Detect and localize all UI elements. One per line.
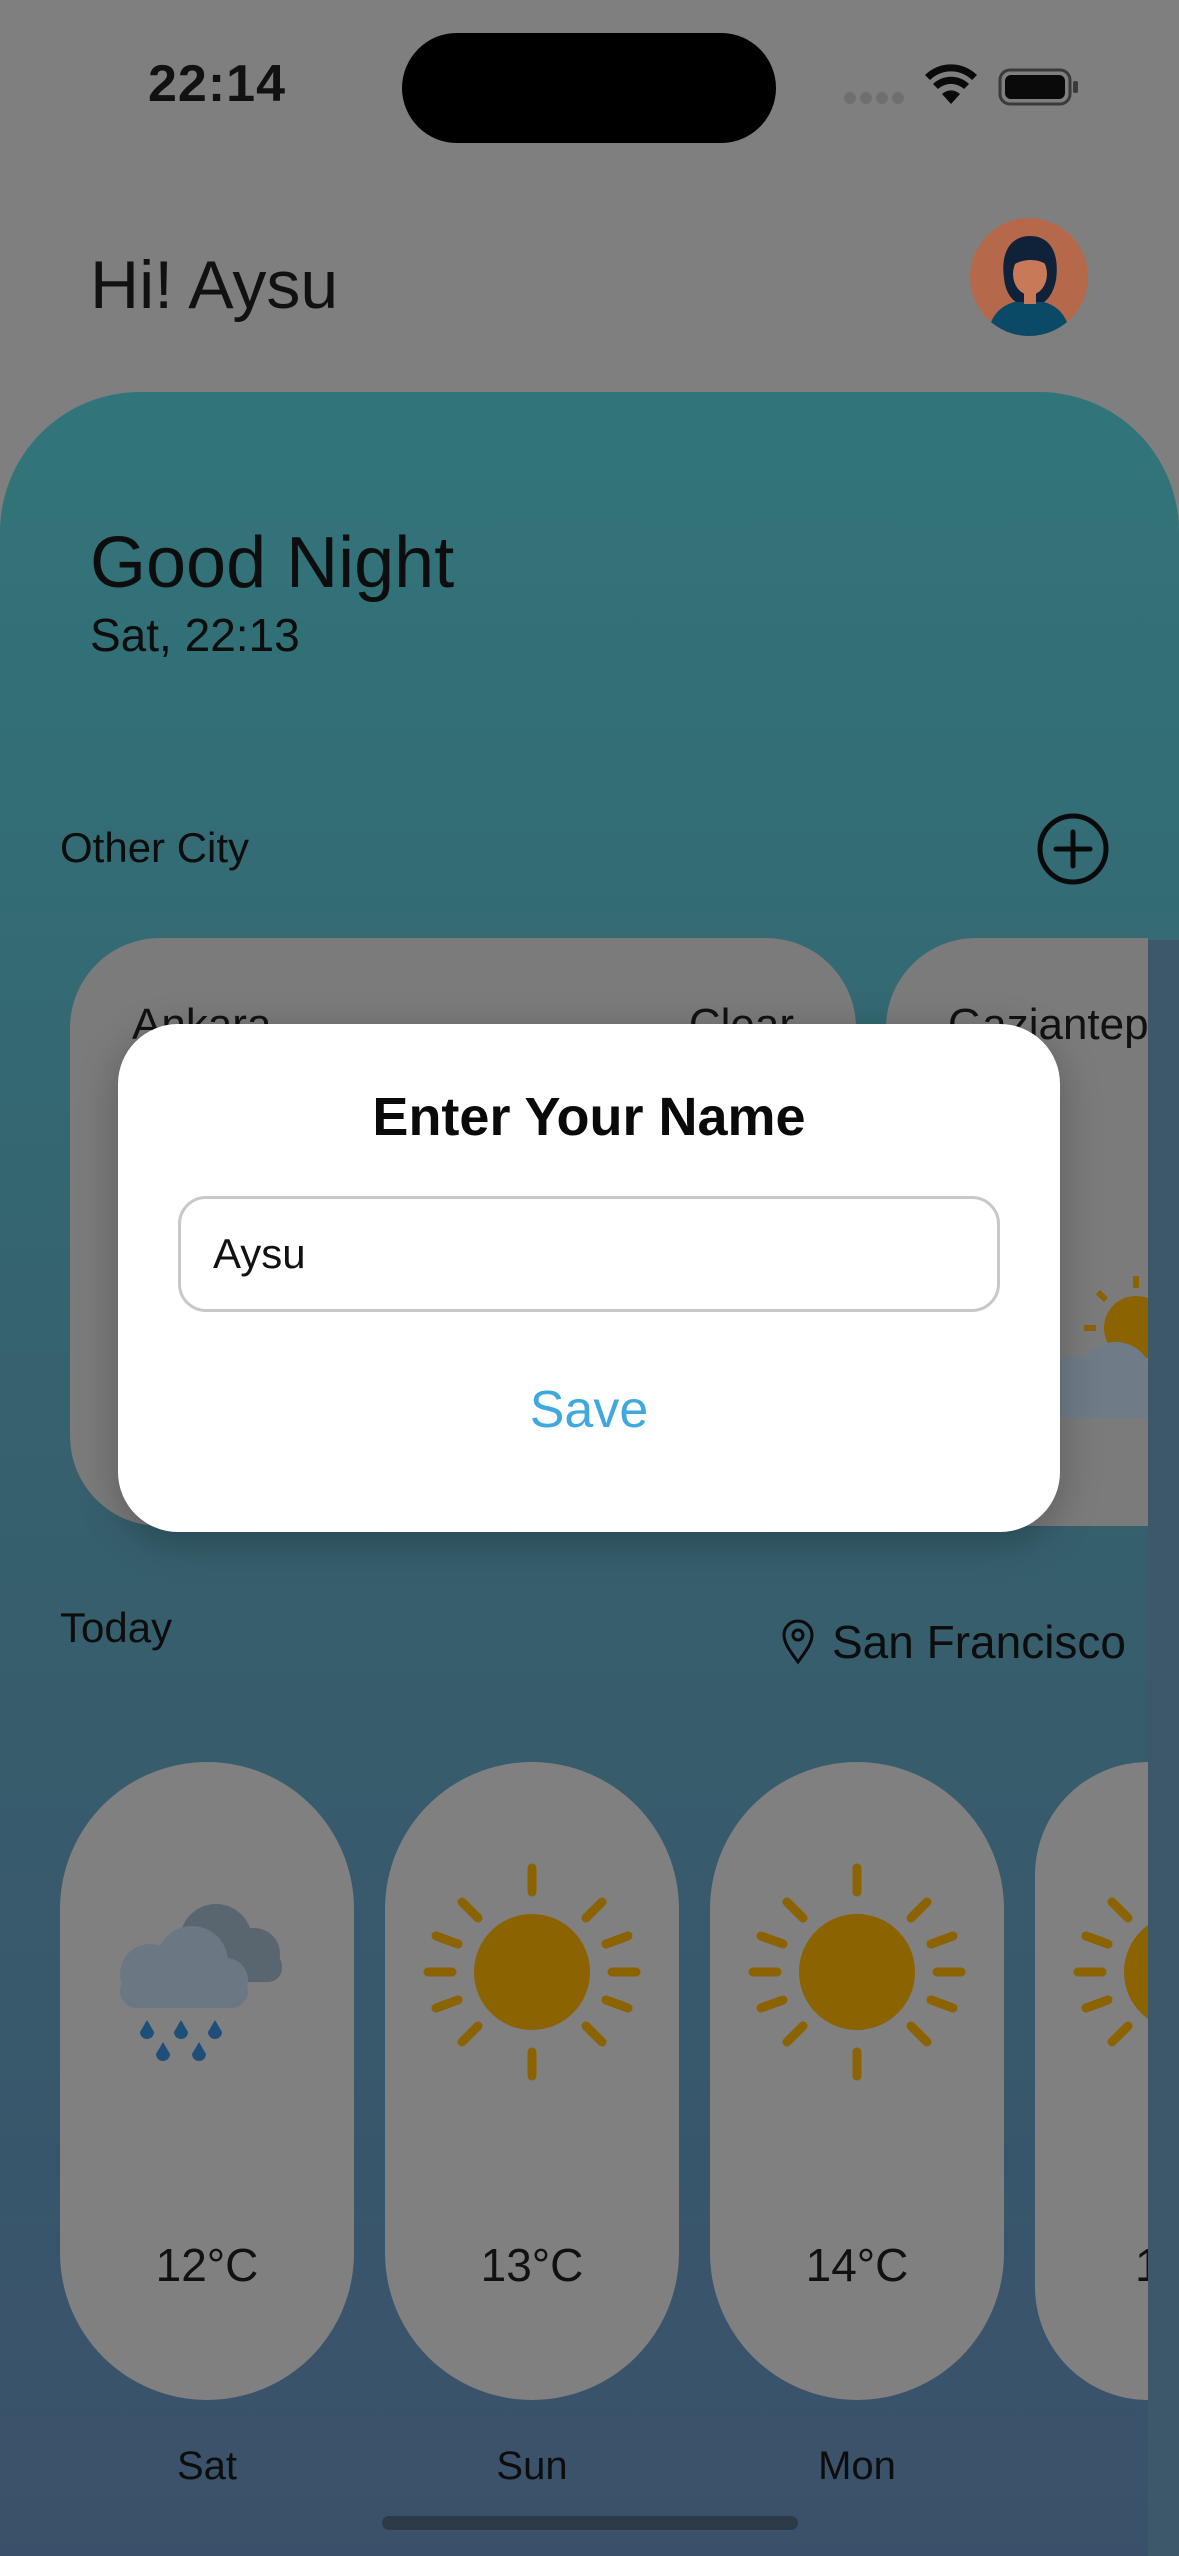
time-of-day-title: Good Night	[90, 523, 455, 603]
today-label: Today	[60, 1604, 173, 1651]
forecast-day-card[interactable]: 12°C	[60, 1762, 354, 2400]
add-city-button[interactable]	[1036, 812, 1110, 886]
cellular-signal-icon	[844, 92, 904, 106]
dynamic-island	[402, 33, 776, 143]
forecast-day-label: Sat	[176, 2444, 238, 2488]
location-name: San Francisco	[832, 1616, 1127, 1668]
home-indicator[interactable]	[382, 2516, 798, 2530]
sun-icon	[423, 1863, 641, 2081]
location-pin-icon	[782, 1619, 814, 1665]
forecast-temperature: 14°C	[805, 2239, 909, 2291]
sun-icon	[748, 1863, 966, 2081]
forecast-day-card[interactable]: 1	[1035, 1762, 1148, 2400]
wifi-icon	[925, 64, 977, 104]
name-input[interactable]	[178, 1196, 1000, 1312]
avatar[interactable]	[970, 218, 1088, 336]
forecast-day-card[interactable]: 14°C	[710, 1762, 1004, 2400]
other-city-label: Other City	[60, 824, 250, 871]
status-bar: 22:14	[0, 0, 1179, 180]
forecast-day-card[interactable]: 13°C	[385, 1762, 679, 2400]
forecast-temperature: 12°C	[155, 2239, 259, 2291]
dialog-title: Enter Your Name	[372, 1087, 806, 1147]
status-time: 22:14	[148, 55, 286, 113]
scroll-edge-mask	[1148, 940, 1179, 2556]
location-display[interactable]: San Francisco	[780, 1614, 1126, 1670]
forecast-day-label: Mon	[818, 2444, 896, 2488]
forecast-temperature: 13°C	[480, 2239, 584, 2291]
current-date: Sat, 22:13	[90, 609, 300, 661]
app-screen: 22:14 Hi! Aysu Good Night Sat, 22:13 Oth…	[0, 0, 1179, 2556]
rain-cloud-icon	[120, 1904, 282, 2061]
avatar-illustration-icon	[970, 218, 1088, 336]
greeting-title: Hi! Aysu	[90, 247, 339, 323]
forecast-day-label: Sun	[496, 2444, 568, 2488]
enter-name-dialog: Enter Your Name Save	[118, 1024, 1060, 1532]
save-button[interactable]: Save	[489, 1370, 689, 1450]
forecast-temperature: 1	[1135, 2239, 1148, 2291]
battery-icon	[998, 68, 1078, 106]
sun-icon	[1073, 1897, 1148, 2047]
